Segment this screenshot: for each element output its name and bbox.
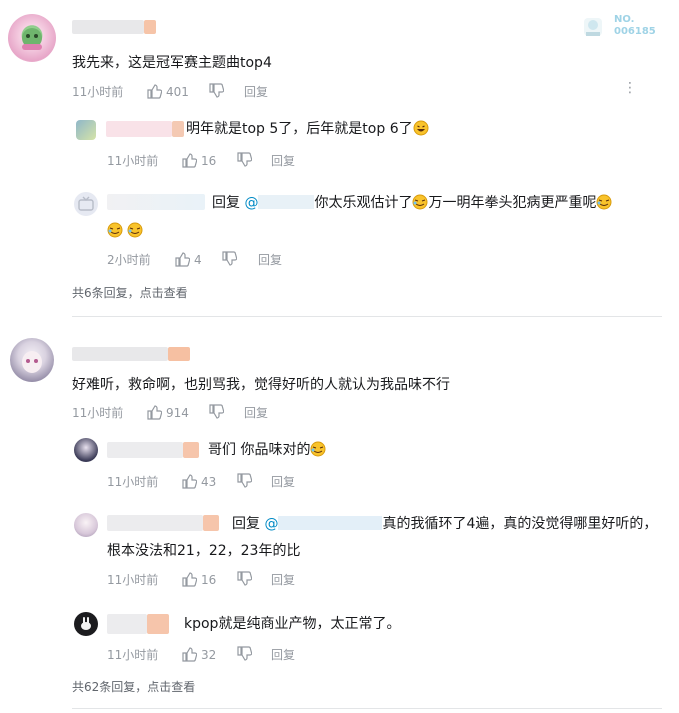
username-blurred-accent [168,347,190,361]
fan-badge: NO. 006185 [580,12,660,42]
badge-label: NO. [614,14,635,25]
username-blurred[interactable] [72,20,144,34]
reply-time: 11小时前 [107,648,159,662]
reply-text: 哥们 你品味对的 [208,440,326,460]
reply-avatar[interactable] [74,612,98,636]
like-count: 914 [166,406,189,420]
reply-avatar[interactable] [74,192,98,216]
reply-button[interactable]: 回复 [244,84,268,100]
like-icon[interactable] [146,404,162,420]
reply-username-blurred[interactable] [107,614,147,634]
reply-button[interactable]: 回复 [258,252,282,268]
username-blurred[interactable] [72,347,168,361]
reply-text-continued: 根本没法和21，22，23年的比 [107,543,301,559]
reply-avatar[interactable] [76,120,96,140]
reply-button[interactable]: 回复 [271,647,295,663]
dislike-icon[interactable] [236,473,252,489]
reply-text: 明年就是top 5了，后年就是top 6了 [186,119,429,139]
like-icon[interactable] [146,83,162,99]
crying-laugh-emoji-icon [127,222,143,238]
reply-text: kpop就是纯商业产物，太正常了。 [184,616,401,632]
badge-number: 006185 [614,26,656,37]
reply-avatar[interactable] [74,438,98,462]
comment-time: 11小时前 [72,406,124,420]
reply-username-blurred-accent [183,442,199,458]
reply-username-blurred-accent [147,614,169,634]
view-more-replies-link[interactable]: 共6条回复，点击查看 [72,284,188,301]
username-blurred-accent [144,20,156,34]
like-count: 4 [194,253,202,267]
reply-avatar[interactable] [74,513,98,537]
like-icon[interactable] [181,571,197,587]
view-more-replies-link[interactable]: 共62条回复，点击查看 [72,678,195,695]
like-count: 32 [201,648,217,662]
rabbit-icon [81,617,91,630]
comment-text: 我先来，这是冠军赛主题曲top4 [72,55,272,71]
reply-username-blurred[interactable] [107,515,203,531]
avatar-art-icon [22,28,42,50]
divider [72,708,662,709]
like-count: 16 [201,573,217,587]
reply-button[interactable]: 回复 [271,153,295,169]
divider [72,316,662,317]
like-count: 401 [166,85,189,99]
like-icon[interactable] [181,152,197,168]
reply-time: 11小时前 [107,475,159,489]
reply-username-blurred-accent [203,515,219,531]
dislike-icon[interactable] [208,83,224,99]
like-count: 43 [201,475,217,489]
reply-button[interactable]: 回复 [244,405,268,421]
reply-username-blurred-accent [172,121,184,137]
avatar[interactable] [10,338,54,382]
dislike-icon[interactable] [208,404,224,420]
dislike-icon[interactable] [236,152,252,168]
reply-time: 11小时前 [107,154,159,168]
crying-laugh-emoji-icon [310,441,326,457]
dislike-icon[interactable] [236,571,252,587]
dislike-icon[interactable] [221,251,237,267]
emoji-row [107,220,143,239]
comment-text: 好难听，救命啊，也别骂我，觉得好听的人就认为我品味不行 [72,377,450,393]
more-options-icon[interactable]: ⋮ [623,80,637,96]
avatar-art-icon [22,351,42,373]
reply-text: 回复 @ 你太乐观估计了 万一明年拳头犯病更严重呢 [212,193,612,213]
crying-laugh-emoji-icon [107,222,123,238]
reply-button[interactable]: 回复 [271,474,295,490]
like-icon[interactable] [174,251,190,267]
like-count: 16 [201,154,217,168]
tv-default-icon [78,196,94,211]
reply-text: 回复 @ 真的我循环了4遍，真的没觉得哪里好听的， [232,516,658,532]
dislike-icon[interactable] [236,646,252,662]
mention-link[interactable]: @ [264,516,383,532]
reply-time: 11小时前 [107,573,159,587]
crying-laugh-emoji-icon [596,194,612,210]
crying-laugh-emoji-icon [412,194,428,210]
mention-link[interactable]: @ [244,195,315,211]
grin-emoji-icon [413,120,429,136]
comment-time: 11小时前 [72,85,124,99]
like-icon[interactable] [181,646,197,662]
reply-username-blurred[interactable] [107,442,183,458]
like-icon[interactable] [181,473,197,489]
avatar[interactable] [8,14,56,62]
reply-time: 2小时前 [107,253,151,267]
reply-button[interactable]: 回复 [271,572,295,588]
badge-character-icon [584,18,602,36]
reply-username-blurred[interactable] [106,121,172,137]
reply-username-blurred[interactable] [107,194,205,210]
